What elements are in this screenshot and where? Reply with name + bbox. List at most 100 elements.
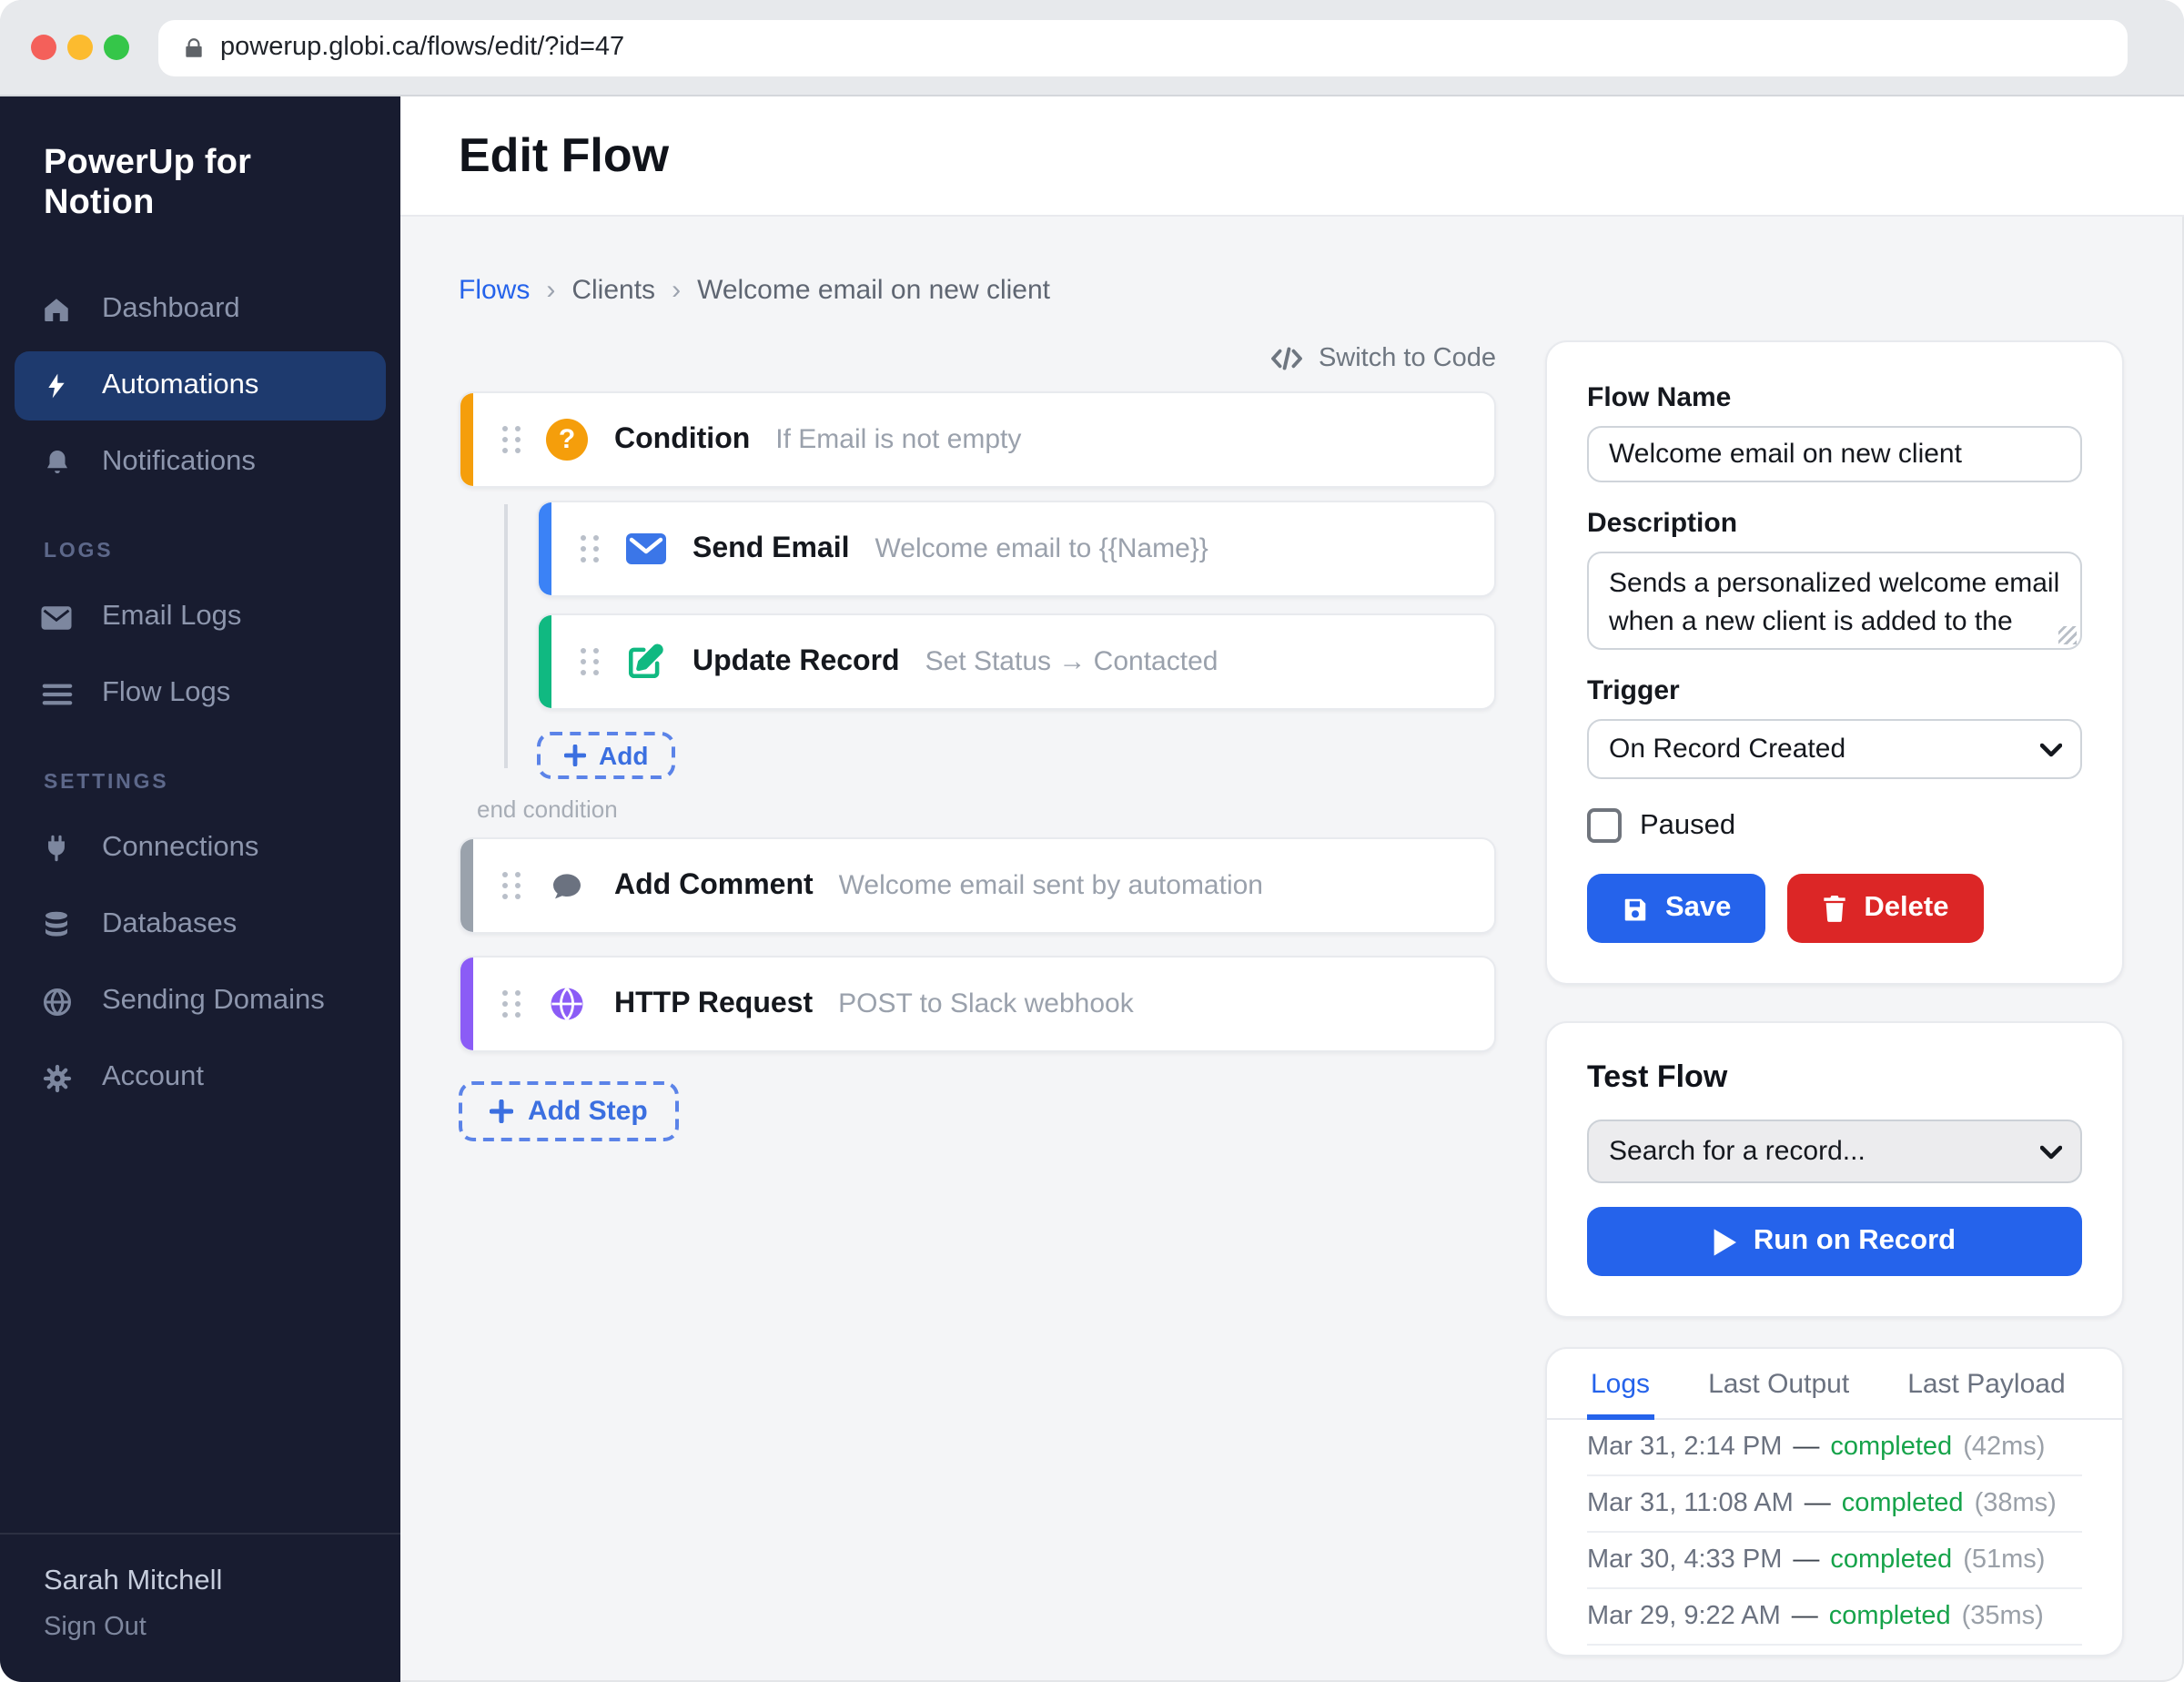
step-description: POST to Slack webhook (838, 988, 1134, 1019)
drag-handle-icon[interactable] (581, 535, 598, 562)
save-button[interactable]: Save (1587, 874, 1766, 943)
step-description: Set Status → Contacted (925, 646, 1218, 677)
sidebar-item-email-logs[interactable]: Email Logs (15, 583, 386, 652)
sidebar-item-label: Automations (102, 370, 259, 400)
delete-button[interactable]: Delete (1787, 874, 1984, 943)
bolt-icon (38, 370, 75, 402)
add-step-button[interactable]: Add Step (459, 1081, 679, 1141)
paused-checkbox[interactable] (1587, 808, 1622, 843)
add-branch-step-button[interactable]: Add (537, 732, 676, 779)
edit-icon (622, 643, 669, 681)
step-card-update-record[interactable]: Update Record Set Status → Contacted (537, 613, 1496, 710)
sidebar-item-label: Databases (102, 908, 238, 939)
plus-icon (564, 745, 586, 766)
step-accent (460, 958, 473, 1050)
condition-branch: Send Email Welcome email to {{Name}} Upd… (504, 501, 1496, 779)
status-badge: completed (1841, 1489, 1964, 1518)
description-label: Description (1587, 508, 1738, 539)
envelope-icon (38, 603, 75, 631)
breadcrumb-separator: › (672, 275, 682, 306)
drag-handle-icon[interactable] (502, 990, 520, 1018)
sidebar-item-label: Email Logs (102, 601, 242, 632)
status-badge: completed (1830, 1433, 1953, 1462)
switch-to-code-button[interactable]: Switch to Code (459, 344, 1496, 373)
test-flow-panel: Test Flow Search for a record... Run on … (1545, 1021, 2124, 1318)
zoom-window-button[interactable] (104, 35, 129, 60)
sign-out-link[interactable]: Sign Out (44, 1613, 357, 1642)
tab-last-output[interactable]: Last Output (1704, 1349, 1853, 1420)
sidebar-item-sending-domains[interactable]: Sending Domains (15, 967, 386, 1036)
flow-name-label: Flow Name (1587, 382, 1732, 413)
log-entry: Mar 31, 11:08 AM — completed (38ms) (1587, 1476, 2082, 1533)
flow-editor-column: Flows › Clients › Welcome email on new c… (459, 275, 1496, 1682)
paused-label: Paused (1640, 809, 1736, 840)
status-badge: completed (1830, 1545, 1953, 1575)
browser-window: powerup.globi.ca/flows/edit/?id=47 Power… (0, 0, 2184, 1682)
sidebar-item-label: Dashboard (102, 293, 240, 324)
breadcrumb-separator: › (546, 275, 556, 306)
play-icon (1714, 1228, 1737, 1255)
page-header: Edit Flow (400, 96, 2184, 217)
sidebar-item-label: Account (102, 1061, 205, 1092)
step-description: Welcome email to {{Name}} (875, 533, 1208, 564)
sidebar-item-automations[interactable]: Automations (15, 351, 386, 420)
comment-icon (543, 867, 591, 904)
sidebar: PowerUp for Notion Dashboard Automations (0, 96, 400, 1682)
log-list: Mar 31, 2:14 PM — completed (42ms) Mar 3… (1547, 1420, 2122, 1646)
plus-icon (490, 1099, 513, 1123)
tab-logs[interactable]: Logs (1587, 1349, 1654, 1420)
sidebar-section-logs: LOGS (44, 541, 114, 562)
url-text: powerup.globi.ca/flows/edit/?id=47 (220, 33, 625, 62)
home-icon (38, 293, 75, 326)
envelope-icon (622, 532, 669, 566)
breadcrumb-clients[interactable]: Clients (571, 275, 655, 306)
sidebar-section-settings: SETTINGS (44, 772, 169, 794)
step-title: Update Record (693, 645, 900, 676)
sidebar-item-dashboard[interactable]: Dashboard (15, 275, 386, 344)
paused-checkbox-row[interactable]: Paused (1587, 808, 2082, 843)
sidebar-item-flow-logs[interactable]: Flow Logs (15, 659, 386, 728)
page-title: Edit Flow (459, 127, 670, 182)
trash-icon (1822, 894, 1847, 923)
log-entry: Mar 31, 2:14 PM — completed (42ms) (1587, 1420, 2082, 1476)
drag-handle-icon[interactable] (581, 648, 598, 675)
globe-icon (543, 985, 591, 1023)
breadcrumb-flows-link[interactable]: Flows (459, 275, 530, 306)
chevron-down-icon (2040, 742, 2062, 756)
sidebar-item-account[interactable]: Account (15, 1043, 386, 1112)
step-title: HTTP Request (614, 988, 814, 1018)
drag-handle-icon[interactable] (502, 426, 520, 453)
status-badge: completed (1828, 1602, 1951, 1631)
record-select[interactable]: Search for a record... (1587, 1120, 2082, 1183)
description-textarea[interactable]: Sends a personalized welcome email when … (1587, 552, 2082, 650)
plug-icon (38, 832, 75, 865)
sidebar-item-label: Connections (102, 832, 259, 863)
sidebar-item-connections[interactable]: Connections (15, 814, 386, 883)
step-card-send-email[interactable]: Send Email Welcome email to {{Name}} (537, 501, 1496, 597)
close-window-button[interactable] (31, 35, 56, 60)
url-bar[interactable]: powerup.globi.ca/flows/edit/?id=47 (158, 19, 2128, 76)
step-card-condition[interactable]: ? Condition If Email is not empty (459, 391, 1496, 488)
sidebar-item-notifications[interactable]: Notifications (15, 428, 386, 497)
step-accent (460, 393, 473, 486)
step-card-add-comment[interactable]: Add Comment Welcome email sent by automa… (459, 837, 1496, 934)
step-card-http-request[interactable]: HTTP Request POST to Slack webhook (459, 956, 1496, 1052)
logs-panel: Logs Last Output Last Payload Mar 31, 2:… (1545, 1347, 2124, 1657)
log-entry: Mar 29, 9:22 AM — completed (35ms) (1587, 1589, 2082, 1646)
step-title: Send Email (693, 532, 850, 563)
content-area: Flows › Clients › Welcome email on new c… (400, 217, 2184, 1682)
sidebar-item-label: Flow Logs (102, 677, 231, 708)
sidebar-user-area: Sarah Mitchell Sign Out (0, 1533, 400, 1682)
question-circle-icon: ? (543, 419, 591, 461)
chevron-down-icon (2040, 1144, 2062, 1159)
trigger-select[interactable]: On Record Created (1587, 719, 2082, 779)
sidebar-item-databases[interactable]: Databases (15, 890, 386, 959)
app-title: PowerUp for Notion (44, 144, 252, 222)
bell-icon (38, 446, 75, 479)
tab-last-payload[interactable]: Last Payload (1904, 1349, 2068, 1420)
trigger-label: Trigger (1587, 675, 1680, 706)
minimize-window-button[interactable] (67, 35, 93, 60)
flow-name-input[interactable] (1587, 426, 2082, 482)
drag-handle-icon[interactable] (502, 872, 520, 899)
run-on-record-button[interactable]: Run on Record (1587, 1207, 2082, 1276)
